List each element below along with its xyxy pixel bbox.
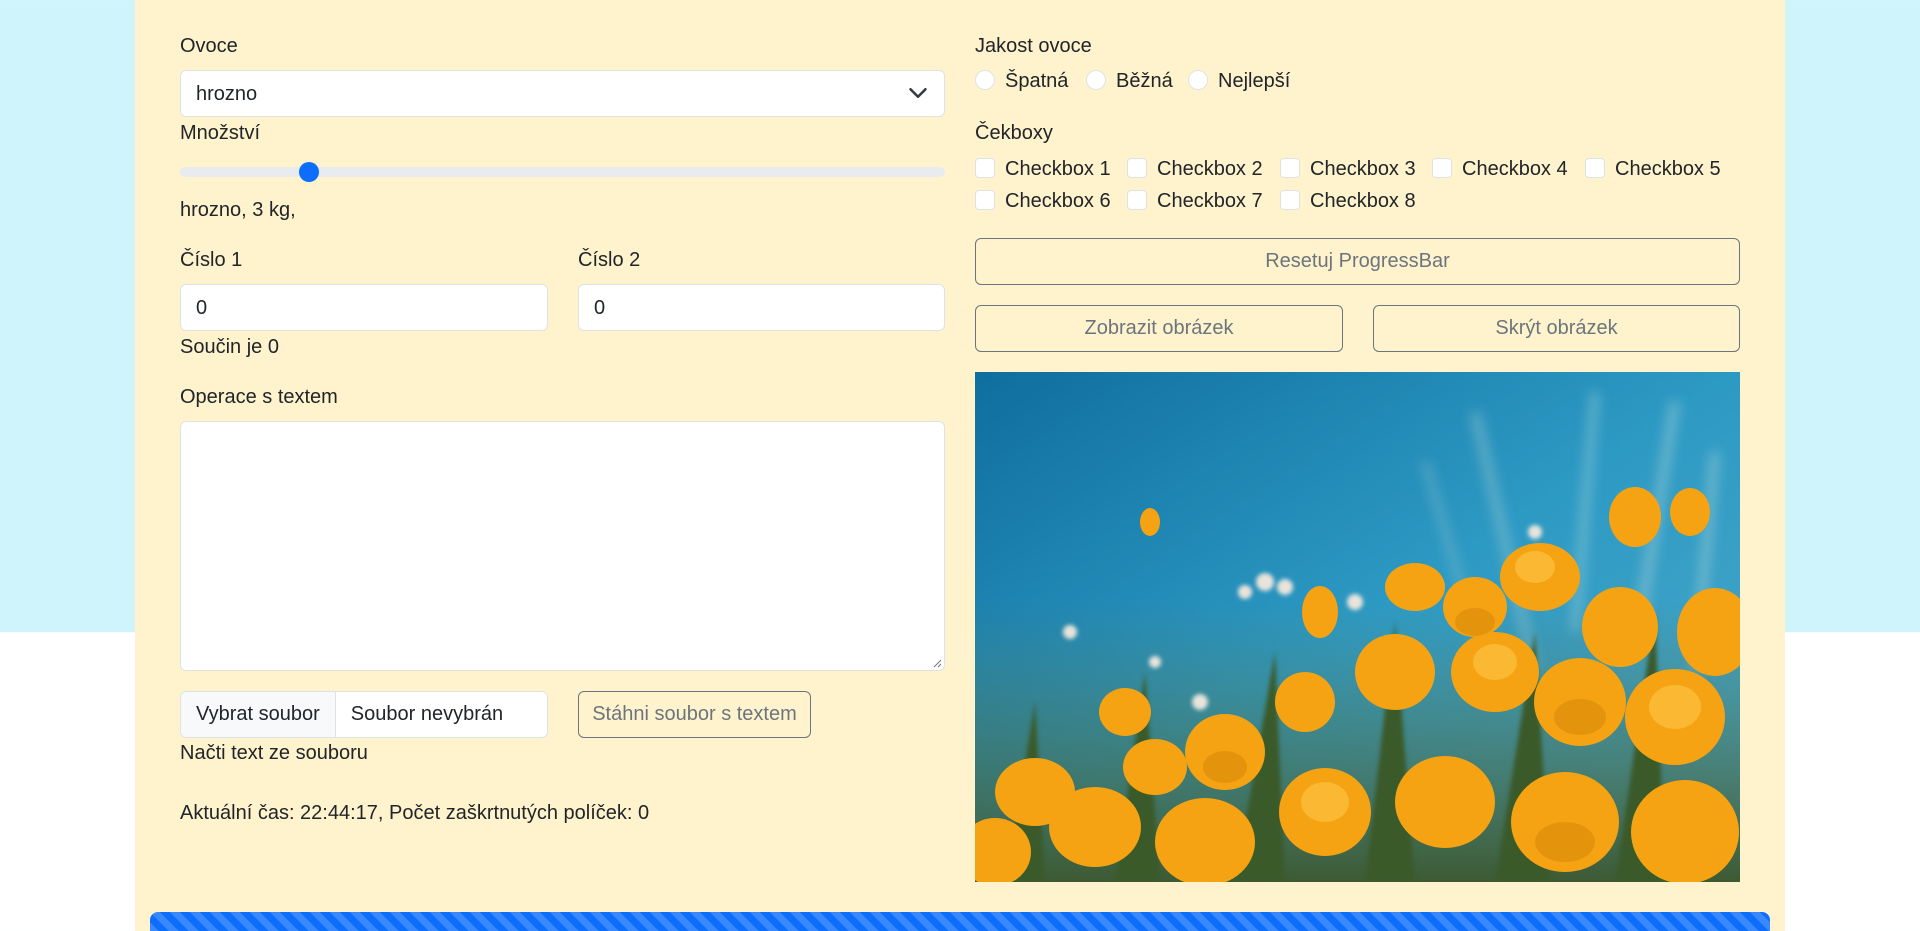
checkbox-label: Checkbox 1 xyxy=(1005,158,1111,180)
quality-option-label: Špatná xyxy=(1005,70,1069,92)
checkbox-label: Checkbox 2 xyxy=(1157,158,1263,180)
checkbox-label: Checkbox 5 xyxy=(1615,158,1721,180)
load-text-label: Načti text ze souboru xyxy=(180,742,368,764)
checkbox-8[interactable] xyxy=(1280,190,1300,210)
number2-input[interactable]: 0 xyxy=(578,284,945,331)
reset-progressbar-button[interactable]: Resetuj ProgressBar xyxy=(975,238,1740,285)
quality-radio-normal[interactable] xyxy=(1086,70,1106,90)
chevron-down-icon xyxy=(909,88,927,98)
file-status: Soubor nevybrán xyxy=(350,703,504,725)
checkbox-label: Checkbox 7 xyxy=(1157,190,1263,212)
checkbox-3[interactable] xyxy=(1280,158,1300,178)
file-input[interactable]: Vybrat soubor Soubor nevybrán xyxy=(180,691,548,738)
fruit-summary: hrozno, 3 kg, xyxy=(180,199,296,221)
quality-radio-bad[interactable] xyxy=(975,70,995,90)
checkbox-1[interactable] xyxy=(975,158,995,178)
amount-label: Množství xyxy=(180,122,261,144)
fruit-select-value: hrozno xyxy=(196,83,258,105)
number2-label: Číslo 2 xyxy=(578,249,641,271)
checkbox-6[interactable] xyxy=(975,190,995,210)
fruit-label: Ovoce xyxy=(180,35,238,57)
checkbox-2[interactable] xyxy=(1127,158,1147,178)
checkbox-label: Checkbox 4 xyxy=(1462,158,1568,180)
checkbox-label: Checkbox 8 xyxy=(1310,190,1416,212)
text-operations-label: Operace s textem xyxy=(180,386,338,408)
number1-input[interactable]: 0 xyxy=(180,284,548,331)
quality-option-label: Nejlepší xyxy=(1218,70,1291,92)
text-area[interactable] xyxy=(180,421,945,671)
progress-bar xyxy=(150,912,1770,931)
checkboxes-label: Čekboxy xyxy=(975,122,1053,144)
checkbox-5[interactable] xyxy=(1585,158,1605,178)
quality-label: Jakost ovoce xyxy=(975,35,1092,57)
fruit-select[interactable]: hrozno xyxy=(180,70,945,117)
download-text-button[interactable]: Stáhni soubor s textem xyxy=(578,691,811,738)
quality-option-label: Běžná xyxy=(1116,70,1173,92)
choose-file-button[interactable]: Vybrat soubor xyxy=(181,692,336,737)
checkbox-7[interactable] xyxy=(1127,190,1147,210)
checkbox-4[interactable] xyxy=(1432,158,1452,178)
amount-slider[interactable] xyxy=(180,167,945,177)
status-line: Aktuální čas: 22:44:17, Počet zaškrtnutý… xyxy=(180,802,650,824)
flowers-photo-icon xyxy=(975,372,1740,882)
quality-radio-best[interactable] xyxy=(1188,70,1208,90)
show-image-button[interactable]: Zobrazit obrázek xyxy=(975,305,1343,352)
checkbox-label: Checkbox 3 xyxy=(1310,158,1416,180)
checkbox-label: Checkbox 6 xyxy=(1005,190,1111,212)
number1-label: Číslo 1 xyxy=(180,249,243,271)
product-result: Součin je 0 xyxy=(180,336,279,358)
hide-image-button[interactable]: Skrýt obrázek xyxy=(1373,305,1740,352)
resize-grip-icon[interactable] xyxy=(932,658,942,668)
